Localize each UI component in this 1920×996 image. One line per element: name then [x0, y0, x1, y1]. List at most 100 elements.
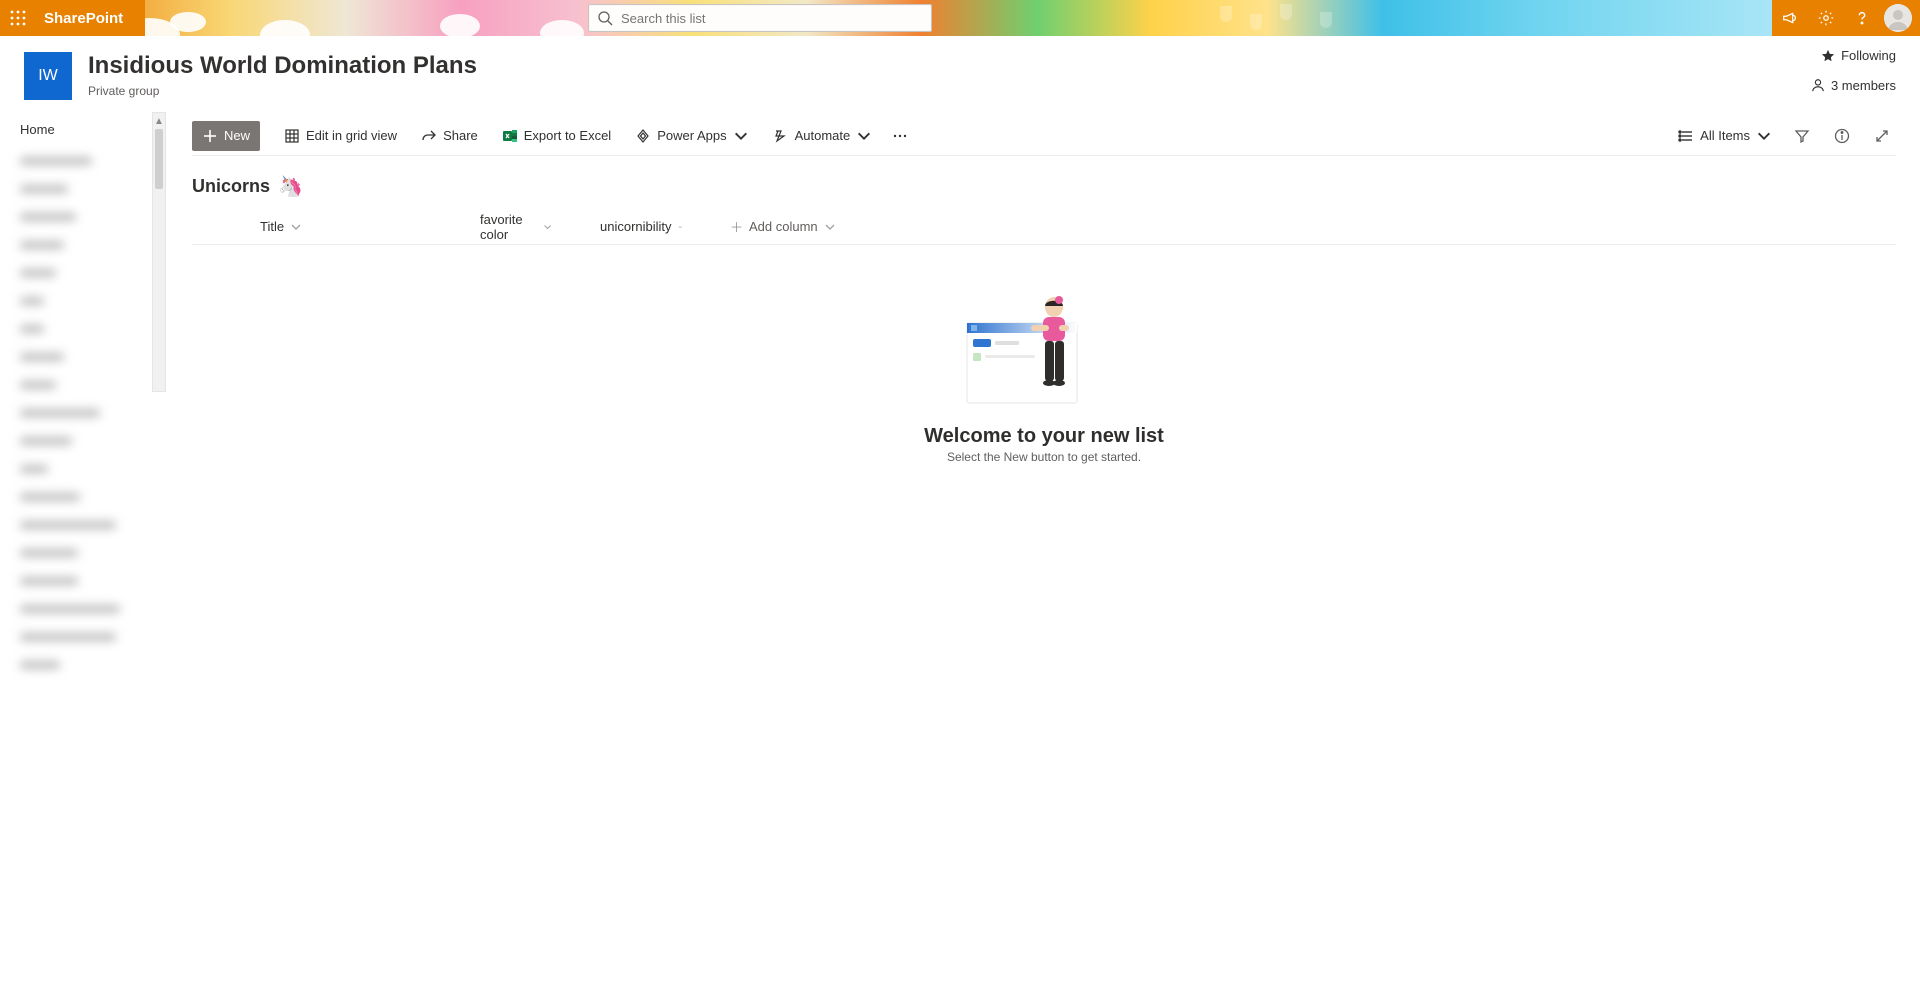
info-button[interactable] [1828, 122, 1856, 150]
nav-item-redacted[interactable] [0, 483, 164, 511]
members-button[interactable]: 3 members [1811, 78, 1896, 93]
new-button[interactable]: New [192, 121, 260, 151]
chevron-down-icon [856, 128, 872, 144]
nav-item-redacted[interactable] [0, 595, 164, 623]
share-icon [421, 128, 437, 144]
nav-item-redacted[interactable] [0, 203, 164, 231]
excel-icon [502, 128, 518, 144]
view-selector[interactable]: All Items [1674, 121, 1776, 151]
share-label: Share [443, 128, 478, 143]
site-title[interactable]: Insidious World Domination Plans [88, 52, 477, 80]
list-icon [1678, 128, 1694, 144]
waffle-icon [10, 10, 26, 26]
empty-subtitle: Select the New button to get started. [947, 450, 1141, 464]
column-title[interactable]: Title [236, 219, 456, 234]
nav-item-redacted[interactable] [0, 511, 164, 539]
scroll-thumb[interactable] [155, 129, 163, 189]
avatar-icon [1884, 4, 1912, 32]
column-header-row: Title favorite color unicornibility ＋ Ad… [192, 209, 1896, 245]
search-input[interactable] [621, 11, 923, 26]
nav-item-redacted[interactable] [0, 567, 164, 595]
person-icon [1811, 78, 1825, 92]
edit-in-grid-button[interactable]: Edit in grid view [274, 121, 407, 151]
empty-state: Welcome to your new list Select the New … [192, 245, 1896, 992]
nav-home[interactable]: Home [0, 112, 164, 147]
command-bar: New Edit in grid view Share Export to Ex… [192, 116, 1896, 156]
app-name-link[interactable]: SharePoint [36, 10, 131, 27]
list-emoji-icon: 🦄 [278, 174, 303, 199]
automate-button[interactable]: Automate [763, 121, 883, 151]
more-horizontal-icon [892, 128, 908, 144]
help-icon [1853, 9, 1871, 27]
nav-item-redacted[interactable] [0, 399, 164, 427]
list-title: Unicorns 🦄 [192, 156, 1896, 209]
left-nav-scrollbar[interactable]: ▲ [152, 112, 166, 392]
search-box[interactable] [588, 4, 932, 32]
filter-button[interactable] [1788, 122, 1816, 150]
chevron-down-icon [733, 128, 749, 144]
nav-item-redacted[interactable] [0, 539, 164, 567]
search-icon [597, 10, 613, 26]
column-unicornibility-label: unicornibility [600, 219, 672, 234]
site-logo[interactable]: IW [24, 52, 72, 100]
info-icon [1834, 128, 1850, 144]
plus-icon: ＋ [730, 217, 743, 236]
follow-label: Following [1841, 48, 1896, 63]
automate-label: Automate [795, 128, 851, 143]
filter-icon [1794, 128, 1810, 144]
power-apps-label: Power Apps [657, 128, 726, 143]
flow-icon [773, 128, 789, 144]
column-favorite-color-label: favorite color [480, 212, 537, 242]
export-excel-label: Export to Excel [524, 128, 611, 143]
nav-item-redacted[interactable] [0, 259, 164, 287]
share-button[interactable]: Share [411, 121, 488, 151]
nav-item-redacted[interactable] [0, 343, 164, 371]
empty-illustration [959, 295, 1129, 415]
nav-item-redacted[interactable] [0, 371, 164, 399]
expand-button[interactable] [1868, 122, 1896, 150]
column-title-label: Title [260, 219, 284, 234]
more-actions-button[interactable] [886, 121, 914, 151]
nav-item-redacted[interactable] [0, 455, 164, 483]
suite-bar: SharePoint [0, 0, 1920, 36]
nav-item-redacted[interactable] [0, 175, 164, 203]
scroll-up-arrow[interactable]: ▲ [153, 113, 165, 129]
gear-icon [1817, 9, 1835, 27]
column-unicornibility[interactable]: unicornibility [576, 219, 706, 234]
edit-grid-label: Edit in grid view [306, 128, 397, 143]
nav-item-redacted[interactable] [0, 231, 164, 259]
megaphone-icon [1781, 9, 1799, 27]
nav-item-redacted[interactable] [0, 651, 164, 679]
settings-button[interactable] [1808, 0, 1844, 36]
app-launcher-button[interactable] [0, 0, 36, 36]
suite-background [0, 0, 1920, 36]
main-content: New Edit in grid view Share Export to Ex… [164, 112, 1920, 992]
power-apps-button[interactable]: Power Apps [625, 121, 758, 151]
nav-item-redacted[interactable] [0, 315, 164, 343]
members-label: 3 members [1831, 78, 1896, 93]
plus-icon [202, 128, 218, 144]
megaphone-button[interactable] [1772, 0, 1808, 36]
export-excel-button[interactable]: Export to Excel [492, 121, 621, 151]
new-label: New [224, 128, 250, 143]
help-button[interactable] [1844, 0, 1880, 36]
nav-item-redacted[interactable] [0, 287, 164, 315]
view-name-label: All Items [1700, 128, 1750, 143]
add-column-label: Add column [749, 219, 818, 234]
chevron-down-icon [1756, 128, 1772, 144]
column-favorite-color[interactable]: favorite color [456, 212, 576, 242]
nav-item-redacted[interactable] [0, 427, 164, 455]
star-filled-icon [1821, 49, 1835, 63]
follow-toggle[interactable]: Following [1821, 48, 1896, 63]
add-column-button[interactable]: ＋ Add column [706, 217, 860, 236]
grid-icon [284, 128, 300, 144]
site-privacy-label: Private group [88, 84, 477, 98]
chevron-down-icon [678, 221, 682, 233]
nav-item-redacted[interactable] [0, 147, 164, 175]
site-header: IW Insidious World Domination Plans Priv… [0, 36, 1920, 112]
empty-title: Welcome to your new list [924, 425, 1164, 448]
nav-item-redacted[interactable] [0, 623, 164, 651]
user-avatar[interactable] [1884, 4, 1912, 32]
chevron-down-icon [290, 221, 302, 233]
power-apps-icon [635, 128, 651, 144]
